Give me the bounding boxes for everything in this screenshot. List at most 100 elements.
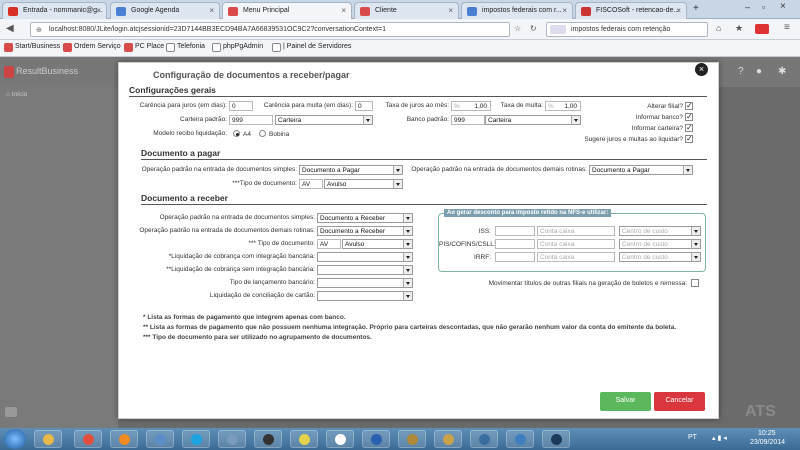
- bookmark-ordem-servico[interactable]: Ordem Serviço: [63, 43, 121, 52]
- brand-name: ResultBusiness: [16, 66, 79, 76]
- url-text: localhost:8080/JLite/login.atcjsessionid…: [49, 26, 387, 33]
- pis-conta-caixa-input[interactable]: Conta caixa: [537, 239, 615, 249]
- home-icon[interactable]: ⌂: [716, 23, 721, 33]
- taskbar-chrome[interactable]: [74, 430, 102, 448]
- note-2: ** Lista as formas de pagamento que não …: [143, 324, 677, 331]
- tab-agenda[interactable]: Google Agenda ×: [110, 2, 220, 19]
- bookmark-phppgadmin[interactable]: phpPgAdmin: [212, 43, 263, 52]
- receber-tipo-select[interactable]: Avulso: [342, 239, 413, 249]
- bookmarks-bar: Start/Business Ordem Serviço PC Place Te…: [0, 40, 800, 57]
- close-icon[interactable]: ×: [209, 6, 214, 15]
- taskbar-java[interactable]: [326, 430, 354, 448]
- modelo-a4-radio[interactable]: [233, 130, 240, 137]
- cancel-button[interactable]: Cancelar: [654, 392, 705, 411]
- close-icon[interactable]: ×: [676, 6, 681, 15]
- windows-taskbar: PT ▴ ▮ ◂ 10:25 23/09/2014: [0, 428, 800, 450]
- app-icon: [63, 43, 72, 52]
- maximize-icon[interactable]: ▫: [762, 2, 765, 12]
- liq-com-integracao-select[interactable]: [317, 252, 413, 262]
- taskbar-notes[interactable]: [290, 430, 318, 448]
- carencia-juros-label: Carência para juros (em dias):: [139, 102, 227, 109]
- carencia-juros-input[interactable]: 0: [229, 101, 253, 111]
- irrf-centro-custo-select[interactable]: Centro de custo: [619, 252, 701, 262]
- address-bar[interactable]: ⊕ localhost:8080/JLite/login.atcjsessioni…: [30, 22, 510, 37]
- taskbar-postgres[interactable]: [470, 430, 498, 448]
- settings-icon[interactable]: ✱: [778, 66, 786, 77]
- minimize-icon[interactable]: –: [745, 2, 750, 12]
- close-icon[interactable]: ×: [448, 6, 453, 15]
- pagar-tipo-code-input[interactable]: AV: [299, 179, 323, 189]
- reload-icon[interactable]: ↻: [530, 24, 537, 33]
- irrf-code-input[interactable]: [495, 252, 535, 262]
- liq-cartao-select[interactable]: [317, 291, 413, 301]
- pagar-tipo-select[interactable]: Avulso: [324, 179, 403, 189]
- banco-code-input[interactable]: 999: [451, 115, 485, 125]
- taskbar-firefox[interactable]: [110, 430, 138, 448]
- sugere-juros-checkbox[interactable]: [685, 134, 693, 143]
- taxa-juros-input[interactable]: % 1,00: [451, 101, 491, 111]
- iss-centro-custo-select[interactable]: Centro de custo: [619, 226, 701, 236]
- tab-cliente[interactable]: Cliente ×: [354, 2, 459, 19]
- receber-op-simples-select[interactable]: Documento a Receber: [317, 213, 413, 223]
- star-icon[interactable]: ☆: [514, 24, 521, 33]
- close-icon[interactable]: ×: [96, 6, 101, 15]
- taskbar-3cx[interactable]: [254, 430, 282, 448]
- iss-code-input[interactable]: [495, 226, 535, 236]
- tipo-lancamento-select[interactable]: [317, 278, 413, 288]
- bookmark-start-business[interactable]: Start/Business: [4, 43, 60, 52]
- save-button[interactable]: Salvar: [600, 392, 651, 411]
- bookmarks-icon[interactable]: ★: [735, 23, 743, 34]
- liq-sem-integracao-select[interactable]: [317, 265, 413, 275]
- tab-fiscosoft[interactable]: FISCOSoft - retencao-de... ×: [575, 2, 687, 19]
- pis-centro-custo-select[interactable]: Centro de custo: [619, 239, 701, 249]
- search-input[interactable]: impostos federais com retenção: [546, 22, 708, 37]
- taskbar-word[interactable]: [362, 430, 390, 448]
- user-icon[interactable]: ●: [756, 66, 762, 77]
- sidebar-toggle-icon[interactable]: [5, 407, 17, 417]
- taskbar-photoshop[interactable]: [542, 430, 570, 448]
- home-link[interactable]: ⌂ Início: [6, 91, 27, 98]
- menu-icon[interactable]: ≡: [784, 22, 790, 33]
- dialog-title: Configuração de documentos a receber/pag…: [153, 70, 350, 80]
- close-icon[interactable]: ×: [341, 6, 346, 15]
- close-window-icon[interactable]: ×: [780, 1, 786, 12]
- start-button-icon[interactable]: [4, 429, 26, 449]
- bookmark-pc-place[interactable]: PC Place: [124, 43, 164, 52]
- pagar-op-demais-select[interactable]: Documento a Pagar: [589, 165, 693, 175]
- informar-carteira-checkbox[interactable]: [685, 123, 693, 132]
- close-icon[interactable]: ×: [695, 63, 708, 76]
- taskbar-explorer[interactable]: [34, 430, 62, 448]
- taskbar-vm[interactable]: [146, 430, 174, 448]
- informar-banco-checkbox[interactable]: [685, 112, 693, 121]
- irrf-conta-caixa-input[interactable]: Conta caixa: [537, 252, 615, 262]
- close-icon[interactable]: ×: [562, 6, 567, 15]
- receber-tipo-code-input[interactable]: AV: [317, 239, 341, 249]
- tab-gmail[interactable]: Entrada - nommanic@g... ×: [2, 2, 107, 19]
- tab-menu-principal[interactable]: Menu Principal ×: [222, 2, 352, 20]
- tray-icons[interactable]: ▴ ▮ ◂: [712, 434, 727, 442]
- taskbar-game[interactable]: [398, 430, 426, 448]
- modelo-bobina-radio[interactable]: [259, 130, 266, 137]
- language-indicator[interactable]: PT: [688, 434, 697, 441]
- carteira-code-input[interactable]: 999: [229, 115, 273, 125]
- new-tab-icon[interactable]: +: [693, 3, 699, 14]
- app-icon: [4, 43, 13, 52]
- alterar-filial-checkbox[interactable]: [685, 101, 693, 110]
- tab-impostos[interactable]: impostos federais com r... ×: [461, 2, 573, 19]
- carteira-select[interactable]: Carteira: [275, 115, 373, 125]
- back-icon[interactable]: ◀: [6, 23, 14, 34]
- addon-icon[interactable]: [755, 24, 769, 34]
- pis-code-input[interactable]: [495, 239, 535, 249]
- pagar-op-simples-select[interactable]: Documento a Pagar: [299, 165, 403, 175]
- taskbar-thunderbird[interactable]: [506, 430, 534, 448]
- bookmark-painel-servidores[interactable]: | Painel de Servidores: [272, 43, 351, 52]
- receber-op-demais-select[interactable]: Documento a Receber: [317, 226, 413, 236]
- iss-conta-caixa-input[interactable]: Conta caixa: [537, 226, 615, 236]
- taskbar-skype[interactable]: [182, 430, 210, 448]
- movimentar-filiais-checkbox[interactable]: [691, 279, 699, 287]
- help-icon[interactable]: ?: [738, 66, 744, 77]
- carencia-multa-input[interactable]: 0: [355, 101, 373, 111]
- taskbar-app[interactable]: [218, 430, 246, 448]
- taskbar-ie[interactable]: [434, 430, 462, 448]
- bookmark-telefonia[interactable]: Telefonia: [166, 43, 205, 52]
